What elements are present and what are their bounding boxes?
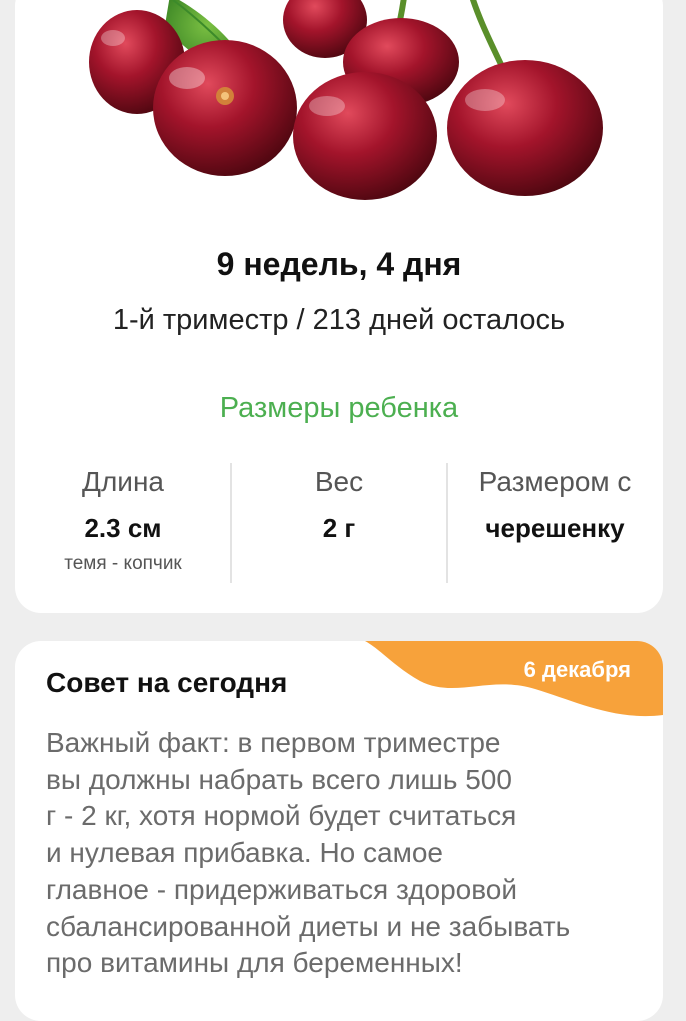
tip-text: Важный факт: в первом триместре вы должн… xyxy=(46,727,571,979)
comparison-stat: Размером с черешенку xyxy=(447,464,663,544)
tip-title: Совет на сегодня xyxy=(46,667,288,698)
week-title: 9 недель, 4 дня xyxy=(216,246,462,282)
weight-label: Вес xyxy=(314,466,364,497)
comparison-label: Размером с xyxy=(478,466,632,497)
length-label: Длина xyxy=(82,466,164,497)
length-value: 2.3 см xyxy=(84,513,162,543)
cherries-image xyxy=(75,0,615,210)
weight-stat: Вес 2 г xyxy=(231,464,447,544)
baby-sizes-heading: Размеры ребенка xyxy=(219,392,459,424)
tip-date: 6 декабря xyxy=(523,657,631,682)
daily-tip-card[interactable]: 6 декабря Совет на сегодня Важный факт: … xyxy=(15,641,663,1021)
week-info-card: 9 недель, 4 дня 1-й триместр / 213 дней … xyxy=(15,0,663,613)
trimester-remaining: 1-й триместр / 213 дней осталось xyxy=(112,304,566,336)
length-note: темя - копчик xyxy=(64,553,182,574)
comparison-value: черешенку xyxy=(485,513,625,543)
weight-value: 2 г xyxy=(322,513,356,543)
length-stat: Длина 2.3 см темя - копчик xyxy=(15,464,231,576)
